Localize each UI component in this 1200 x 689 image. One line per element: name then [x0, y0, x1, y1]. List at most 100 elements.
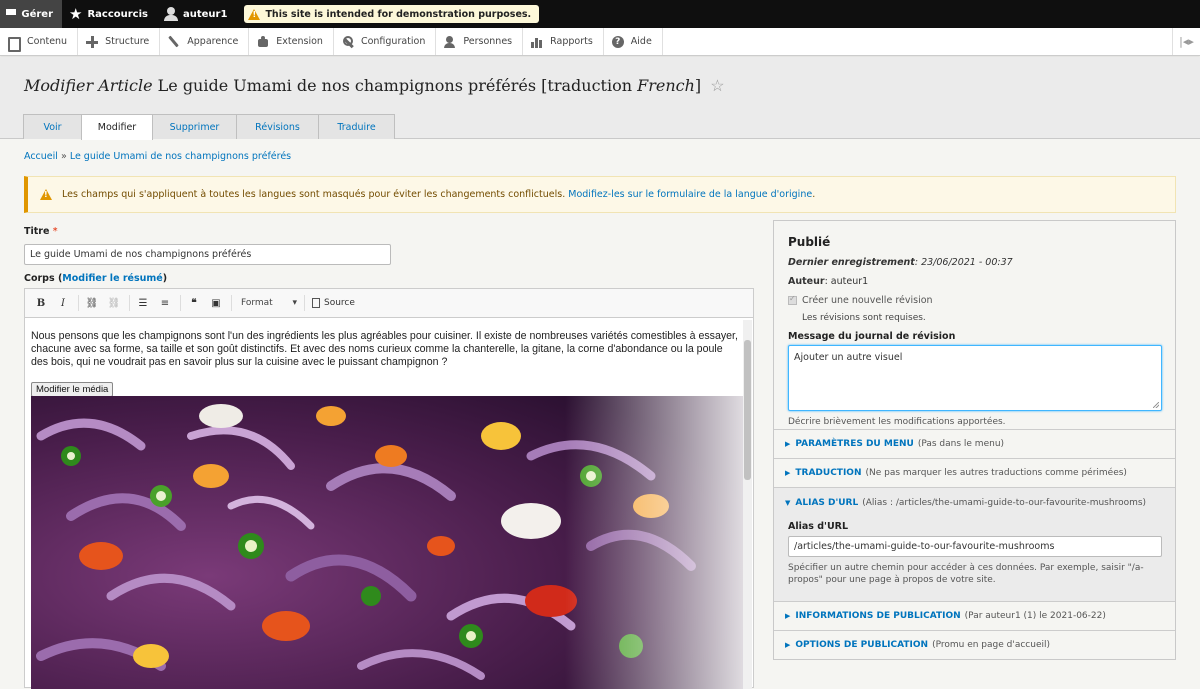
media-embed-icon[interactable]: ▣ [206, 294, 226, 312]
node-form: Titre * Le guide Umami de nos champignon… [24, 226, 754, 689]
edit-summary-link[interactable]: Modifier le résumé [62, 273, 162, 284]
expand-arrow-icon: ▶ [785, 612, 791, 620]
blockquote-icon[interactable]: ❝ [184, 294, 204, 312]
edit-media-button[interactable]: Modifier le média [31, 382, 114, 397]
admin-toolbar: Gérer ★ Raccourcis auteur1 This site is … [0, 0, 1200, 28]
tab-voir[interactable]: Voir [23, 114, 82, 139]
source-button[interactable]: Source [308, 298, 359, 308]
content-icon [8, 36, 21, 52]
dropdown-arrow-icon: ▾ [292, 298, 297, 308]
collapse-arrow-icon: ▼ [785, 498, 791, 507]
bulleted-list-icon[interactable]: ☰ [133, 294, 153, 312]
star-icon: ★ [69, 4, 83, 23]
accordion-translation[interactable]: ▶ Traduction (Ne pas marquer les autres … [774, 458, 1175, 487]
admin-tray: Contenu Structure Apparence Extension Co… [0, 28, 1200, 56]
warning-icon [248, 8, 261, 20]
structure-icon [86, 35, 99, 48]
tab-modifier[interactable]: Modifier [81, 114, 153, 140]
revision-log-label: Message du journal de révision [788, 331, 956, 342]
link-icon[interactable]: ⛓ [82, 294, 102, 312]
primary-tabs: Voir Modifier Supprimer Révisions Tradui… [23, 114, 395, 140]
body-editor: B I ⛓ ⛓ ☰ ≡ ❝ ▣ Format ▾ Source Nous pen… [24, 288, 754, 689]
meta-header: Publié Dernier enregistrement: 23/06/202… [774, 221, 1175, 429]
title-input[interactable]: Le guide Umami de nos champignons préfér… [24, 244, 391, 265]
breadcrumb: Accueil » Le guide Umami de nos champign… [24, 151, 292, 162]
tray-item-structure[interactable]: Structure [78, 28, 161, 55]
warning-icon [40, 189, 52, 200]
bold-button[interactable]: B [31, 294, 51, 312]
expand-arrow-icon: ▶ [785, 641, 791, 649]
url-alias-description: Spécifier un autre chemin pour accéder à… [788, 563, 1144, 585]
favorite-star-icon[interactable]: ☆ [710, 76, 724, 95]
breadcrumb-current[interactable]: Le guide Umami de nos champignons préfér… [70, 151, 291, 162]
toolbar-separator [129, 295, 130, 311]
shortcuts-button[interactable]: ★ Raccourcis [62, 0, 157, 28]
page-title: Modifier Article Le guide Umami de nos c… [24, 76, 725, 95]
toolbar-separator [231, 295, 232, 311]
url-alias-body: Alias d'URL /articles/the-umami-guide-to… [774, 521, 1175, 586]
tray-item-rapports[interactable]: Rapports [523, 28, 604, 55]
expand-arrow-icon: ▶ [785, 440, 791, 448]
url-alias-input[interactable]: /articles/the-umami-guide-to-our-favouri… [788, 536, 1162, 557]
italic-button[interactable]: I [53, 294, 73, 312]
collapse-tray-icon[interactable]: |◂▸ [1172, 28, 1200, 55]
warning-text: Les champs qui s'appliquent à toutes les… [62, 189, 816, 200]
warning-message: Les champs qui s'appliquent à toutes les… [24, 176, 1176, 213]
accordion-menu-settings[interactable]: ▶ Paramètres du menu (Pas dans le menu) [774, 429, 1175, 458]
accordion-promotion-options[interactable]: ▶ Options de publication (Promu en page … [774, 630, 1175, 659]
tray-item-configuration[interactable]: Configuration [334, 28, 437, 55]
editor-scrollbar[interactable] [743, 320, 752, 689]
tray-item-apparence[interactable]: Apparence [160, 28, 250, 55]
brush-icon [168, 36, 181, 48]
body-text: Nous pensons que les champignons sont l'… [31, 330, 738, 369]
vegetables-photo [31, 396, 743, 689]
puzzle-icon [257, 35, 270, 48]
publish-status: Publié [788, 235, 831, 249]
revision-log-textarea[interactable]: Ajouter un autre visuel [788, 345, 1162, 411]
original-language-link[interactable]: Modifiez-les sur le formulaire de la lan… [568, 189, 812, 200]
toolbar-separator [304, 295, 305, 311]
format-select[interactable]: Format ▾ [235, 294, 301, 312]
source-icon [312, 298, 320, 308]
tab-supprimer[interactable]: Supprimer [152, 114, 237, 139]
demo-notice: This site is intended for demonstration … [244, 5, 540, 23]
tab-traduire[interactable]: Traduire [318, 114, 395, 139]
body-label: Corps (Modifier le résumé) [24, 273, 168, 284]
user-icon [164, 7, 178, 21]
user-button[interactable]: auteur1 [157, 0, 236, 28]
people-icon [444, 35, 457, 48]
expand-arrow-icon: ▶ [785, 469, 791, 477]
tab-revisions[interactable]: Révisions [236, 114, 319, 139]
editor-content[interactable]: Nous pensons que les champignons sont l'… [31, 320, 743, 689]
wrench-icon [342, 35, 355, 48]
tray-item-personnes[interactable]: Personnes [436, 28, 524, 55]
toolbar-separator [78, 295, 79, 311]
title-label: Titre * [24, 226, 58, 237]
url-alias-header[interactable]: ▼ Alias d'URL (Alias : /articles/the-uma… [774, 488, 1175, 517]
revisions-required-note: Les révisions sont requises. [802, 313, 926, 323]
menu-icon [6, 8, 17, 20]
tray-item-aide[interactable]: Aide [604, 28, 663, 55]
editor-toolbar: B I ⛓ ⛓ ☰ ≡ ❝ ▣ Format ▾ Source [25, 289, 753, 318]
media-image[interactable] [31, 396, 743, 689]
checkbox[interactable] [788, 294, 797, 305]
last-saved: Dernier enregistrement: 23/06/2021 - 00:… [788, 257, 1013, 268]
revision-log-description: Décrire brièvement les modifications app… [788, 417, 1006, 427]
accordion-authoring-info[interactable]: ▶ Informations de publication (Par auteu… [774, 601, 1175, 630]
page-header: Modifier Article Le guide Umami de nos c… [0, 57, 1200, 140]
numbered-list-icon[interactable]: ≡ [155, 294, 175, 312]
reports-icon [531, 35, 544, 48]
toolbar-separator [180, 295, 181, 311]
help-icon [611, 35, 625, 48]
accordion-url-alias: ▼ Alias d'URL (Alias : /articles/the-uma… [774, 487, 1175, 601]
breadcrumb-home[interactable]: Accueil [24, 151, 58, 162]
url-alias-label: Alias d'URL [788, 521, 849, 532]
scrollbar-thumb[interactable] [744, 340, 751, 480]
author-line: Auteur: auteur1 [788, 276, 869, 287]
new-revision-checkbox[interactable]: Créer une nouvelle révision [788, 294, 1161, 306]
unlink-icon[interactable]: ⛓ [104, 294, 124, 312]
meta-sidebar: Publié Dernier enregistrement: 23/06/202… [773, 220, 1176, 660]
tray-item-extension[interactable]: Extension [249, 28, 334, 55]
tray-item-contenu[interactable]: Contenu [0, 28, 79, 55]
manage-button[interactable]: Gérer [0, 0, 62, 28]
